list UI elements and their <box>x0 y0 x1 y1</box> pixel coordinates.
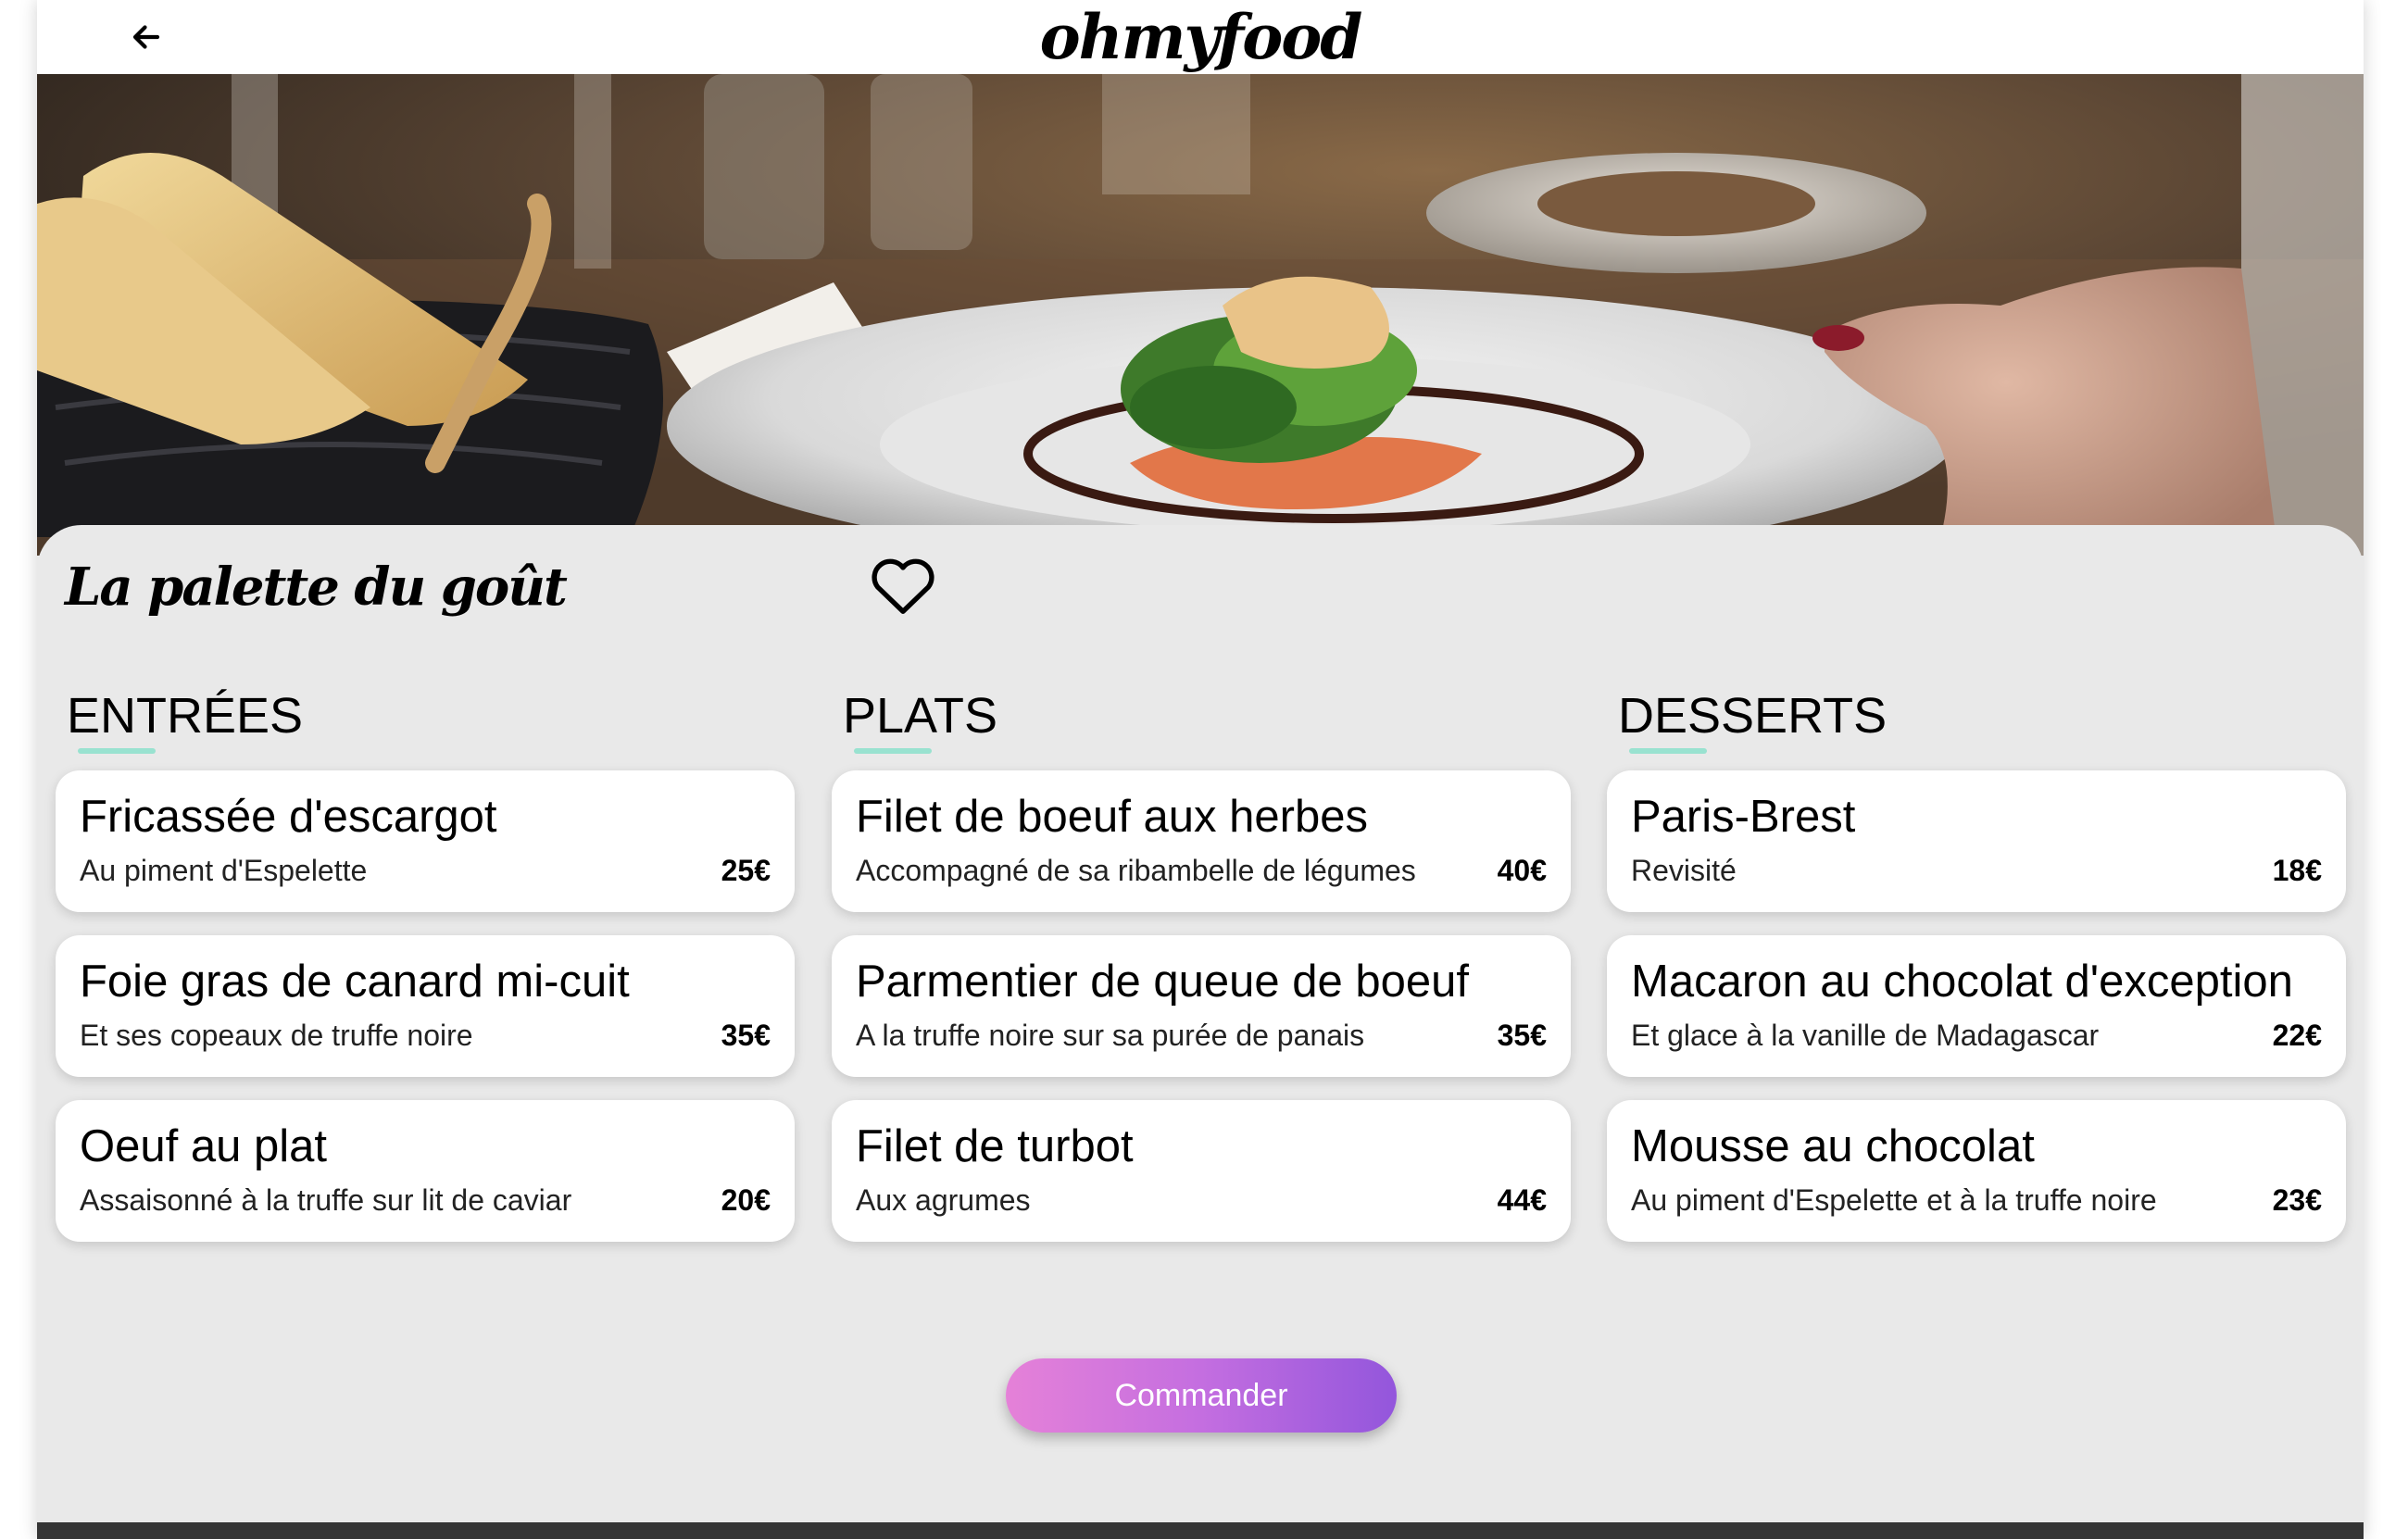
dish-name: Mousse au chocolat <box>1631 1121 2035 1171</box>
dish-price: 40€ <box>1497 854 1547 887</box>
dish-price: 25€ <box>721 854 771 887</box>
ohmyfood-logo[interactable]: ohmyfood <box>37 0 2364 74</box>
heading-underline <box>854 748 932 754</box>
dish-price: 18€ <box>2272 854 2322 887</box>
dish-price: 44€ <box>1497 1183 1547 1217</box>
dish-card[interactable]: Filet de turbot Aux agrumes 44€ <box>832 1100 1571 1242</box>
dish-price: 35€ <box>721 1019 771 1052</box>
dish-name: Paris-Brest <box>1631 792 1856 842</box>
plats-column: PLATS Filet de boeuf aux herbes Accompag… <box>832 687 1571 1242</box>
desserts-heading: DESSERTS <box>1618 688 1888 744</box>
dish-name: Fricassée d'escargot <box>80 792 497 842</box>
favorite-button[interactable] <box>866 548 940 622</box>
dish-card[interactable]: Mousse au chocolat Au piment d'Espelette… <box>1607 1100 2346 1242</box>
dish-card[interactable]: Foie gras de canard mi-cuit Et ses copea… <box>56 935 795 1077</box>
restaurant-hero-image <box>37 74 2364 556</box>
plats-heading: PLATS <box>843 688 998 744</box>
entrees-heading: ENTRÉES <box>67 688 304 744</box>
dish-card[interactable]: Filet de boeuf aux herbes Accompagné de … <box>832 770 1571 912</box>
dish-card[interactable]: Paris-Brest Revisité 18€ <box>1607 770 2346 912</box>
heading-underline <box>78 748 156 754</box>
order-button[interactable]: Commander <box>1006 1358 1397 1433</box>
dish-price: 20€ <box>721 1183 771 1217</box>
dish-name: Filet de boeuf aux herbes <box>856 792 1368 842</box>
top-header: ohmyfood <box>37 0 2364 74</box>
dish-description: Et ses copeaux de truffe noire <box>80 1019 473 1052</box>
dish-price: 22€ <box>2272 1019 2322 1052</box>
dish-name: Foie gras de canard mi-cuit <box>80 957 630 1007</box>
desserts-column: DESSERTS Paris-Brest Revisité 18€ Macaro… <box>1607 687 2346 1242</box>
dish-name: Filet de turbot <box>856 1121 1134 1171</box>
dish-card[interactable]: Oeuf au plat Assaisonné à la truffe sur … <box>56 1100 795 1242</box>
dish-description: Accompagné de sa ribambelle de légumes <box>856 854 1416 887</box>
entrees-column: ENTRÉES Fricassée d'escargot Au piment d… <box>56 687 795 1242</box>
menu-section: La palette du goût ENTRÉES Fricassée d'e… <box>37 525 2364 1539</box>
dish-name: Macaron au chocolat d'exception <box>1631 957 2293 1007</box>
dish-name: Parmentier de queue de boeuf <box>856 957 1469 1007</box>
dish-price: 35€ <box>1497 1019 1547 1052</box>
dish-description: Et glace à la vanille de Madagascar <box>1631 1019 2100 1052</box>
dish-name: Oeuf au plat <box>80 1121 327 1171</box>
dish-card[interactable]: Parmentier de queue de boeuf A la truffe… <box>832 935 1571 1077</box>
heading-underline <box>1629 748 1707 754</box>
heart-outline-icon <box>872 558 934 614</box>
dish-description: A la truffe noire sur sa purée de panais <box>856 1019 1365 1052</box>
dish-card[interactable]: Fricassée d'escargot Au piment d'Espelet… <box>56 770 795 912</box>
restaurant-name: La palette du goût <box>65 557 568 618</box>
dish-description: Au piment d'Espelette <box>80 854 368 887</box>
page-footer <box>37 1522 2364 1539</box>
dish-description: Assaisonné à la truffe sur lit de caviar <box>80 1183 572 1217</box>
dish-price: 23€ <box>2272 1183 2322 1217</box>
dish-card[interactable]: Macaron au chocolat d'exception Et glace… <box>1607 935 2346 1077</box>
restaurant-page: ohmyfood La palette du goût ENTRÉES Fric… <box>37 0 2364 1539</box>
dish-description: Aux agrumes <box>856 1183 1031 1217</box>
dish-description: Au piment d'Espelette et à la truffe noi… <box>1631 1183 2157 1217</box>
dish-description: Revisité <box>1631 854 1737 887</box>
